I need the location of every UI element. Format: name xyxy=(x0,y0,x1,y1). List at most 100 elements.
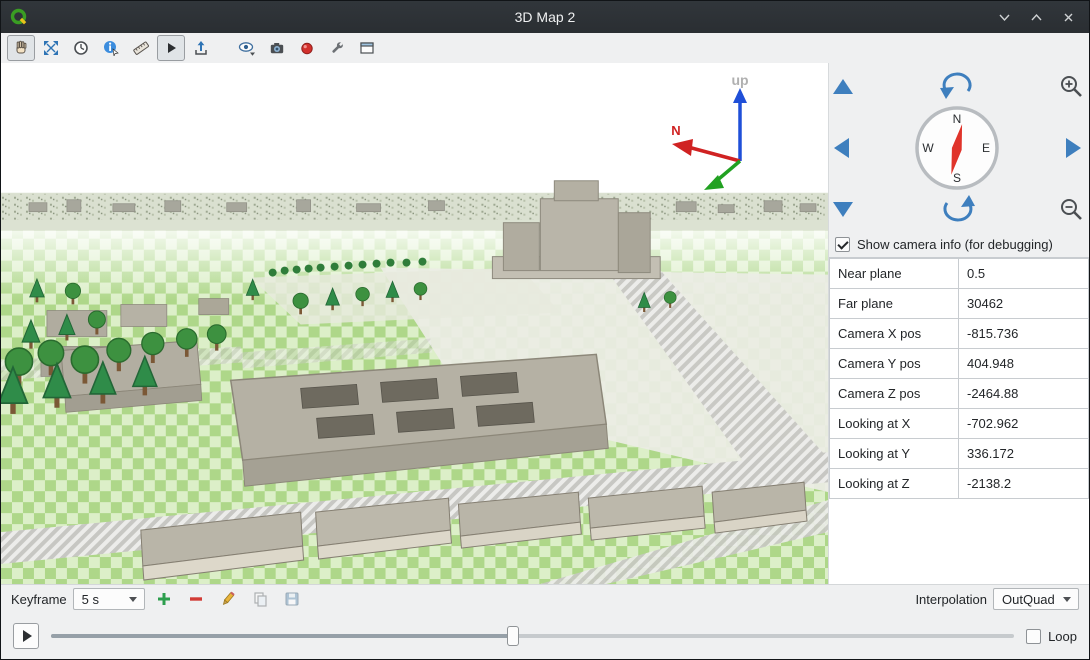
interpolation-select-value: OutQuad xyxy=(1002,592,1055,607)
table-row: Looking at Z -2138.2 xyxy=(830,469,1089,499)
export-animation-button[interactable] xyxy=(279,587,305,611)
effects-tool[interactable] xyxy=(293,35,321,61)
keyframe-select-value: 5 s xyxy=(82,592,99,607)
row-label: Near plane xyxy=(830,259,959,289)
3d-navigation-widget: N E S W xyxy=(829,63,1089,231)
keyframe-label: Keyframe xyxy=(11,592,67,607)
remove-keyframe-button[interactable] xyxy=(183,587,209,611)
compass-s-label: S xyxy=(953,171,961,185)
play-animation-button[interactable] xyxy=(13,623,39,649)
measure-tool[interactable] xyxy=(127,35,155,61)
animation-playback-bar: Loop xyxy=(1,613,1089,659)
table-row: Far plane 30462 xyxy=(830,289,1089,319)
red-minus-icon xyxy=(188,591,204,607)
table-row: Camera Z pos -2464.88 xyxy=(830,379,1089,409)
maximize-button[interactable] xyxy=(1029,10,1043,24)
row-value: -2464.88 xyxy=(959,379,1089,409)
timeline-slider[interactable] xyxy=(51,625,1014,647)
play-icon xyxy=(23,630,32,642)
table-row: Near plane 0.5 xyxy=(830,259,1089,289)
camera-icon xyxy=(269,40,285,56)
export-scene-tool[interactable] xyxy=(187,35,215,61)
row-value: -702.962 xyxy=(959,409,1089,439)
camera-info-table-container: Near plane 0.5 Far plane 30462 Camera X … xyxy=(829,257,1089,584)
eye-icon xyxy=(238,40,256,56)
edit-keyframe-button[interactable] xyxy=(215,587,241,611)
hand-icon xyxy=(13,40,29,56)
keyframe-select[interactable]: 5 s xyxy=(73,588,145,610)
zoom-full-icon xyxy=(43,40,59,56)
3d-toolbar xyxy=(1,33,1089,63)
save-icon xyxy=(284,591,300,607)
nav-rotate-up-button[interactable] xyxy=(940,74,970,99)
3d-map-window: 3D Map 2 xyxy=(0,0,1090,660)
red-sphere-icon xyxy=(299,40,315,56)
axis-gizmo: up N xyxy=(660,71,770,196)
row-label: Looking at Z xyxy=(830,469,959,499)
row-value: 404.948 xyxy=(959,349,1089,379)
nav-tilt-up-button[interactable] xyxy=(833,79,853,94)
compass-e-label: E xyxy=(982,141,990,155)
nav-compass[interactable]: N E S W xyxy=(917,108,997,188)
green-plus-icon xyxy=(156,591,172,607)
loop-checkbox[interactable] xyxy=(1026,629,1041,644)
nav-move-right-button[interactable] xyxy=(1066,138,1081,158)
identify-tool[interactable] xyxy=(97,35,125,61)
compass-n-label: N xyxy=(953,112,962,126)
row-label: Looking at X xyxy=(830,409,959,439)
view-themes-tool[interactable] xyxy=(233,35,261,61)
close-button[interactable] xyxy=(1061,10,1075,24)
titlebar[interactable]: 3D Map 2 xyxy=(1,1,1089,33)
duplicate-keyframe-button[interactable] xyxy=(247,587,273,611)
ruler-icon xyxy=(133,40,149,56)
camera-control-tool[interactable] xyxy=(7,35,35,61)
animations-tool[interactable] xyxy=(157,35,185,61)
clock-icon xyxy=(73,40,89,56)
table-row: Looking at X -702.962 xyxy=(830,409,1089,439)
export-arrow-icon xyxy=(193,40,209,56)
interpolation-select[interactable]: OutQuad xyxy=(993,588,1079,610)
compass-w-label: W xyxy=(922,141,934,155)
row-label: Camera X pos xyxy=(830,319,959,349)
qgis-logo-icon xyxy=(10,8,28,26)
copy-icon xyxy=(252,591,268,607)
nav-zoom-in-button[interactable] xyxy=(1062,77,1081,96)
chevron-down-icon xyxy=(1063,597,1071,602)
nav-move-left-button[interactable] xyxy=(834,138,849,158)
minimize-button[interactable] xyxy=(997,10,1011,24)
loop-label: Loop xyxy=(1048,629,1077,644)
3d-viewport[interactable]: up N xyxy=(1,63,828,584)
panel-icon xyxy=(359,40,375,56)
timeline-slider-handle[interactable] xyxy=(507,626,519,646)
play-icon xyxy=(163,40,179,56)
show-camera-info-checkbox[interactable] xyxy=(835,237,850,252)
add-keyframe-button[interactable] xyxy=(151,587,177,611)
dock-tool[interactable] xyxy=(353,35,381,61)
configure-tool[interactable] xyxy=(323,35,351,61)
identify-icon xyxy=(103,40,119,56)
navigation-clock-tool[interactable] xyxy=(67,35,95,61)
nav-tilt-down-button[interactable] xyxy=(833,202,853,217)
nav-rotate-down-button[interactable] xyxy=(945,195,975,220)
table-row: Looking at Y 336.172 xyxy=(830,439,1089,469)
wrench-icon xyxy=(329,40,345,56)
camera-side-panel: N E S W Show camera info (for debugging) xyxy=(828,63,1089,584)
timeline-slider-fill xyxy=(51,634,513,638)
row-value: -2138.2 xyxy=(959,469,1089,499)
nav-zoom-out-button[interactable] xyxy=(1062,200,1081,219)
axis-up-label: up xyxy=(731,72,748,88)
row-value: 0.5 xyxy=(959,259,1089,289)
window-title: 3D Map 2 xyxy=(1,9,1089,25)
row-value: -815.736 xyxy=(959,319,1089,349)
row-label: Far plane xyxy=(830,289,959,319)
row-label: Camera Y pos xyxy=(830,349,959,379)
zoom-full-tool[interactable] xyxy=(37,35,65,61)
chevron-down-icon xyxy=(129,597,137,602)
row-label: Looking at Y xyxy=(830,439,959,469)
row-label: Camera Z pos xyxy=(830,379,959,409)
camera-tool[interactable] xyxy=(263,35,291,61)
show-camera-info-label: Show camera info (for debugging) xyxy=(857,237,1053,252)
animation-keyframe-bar: Keyframe 5 s xyxy=(1,584,1089,613)
table-row: Camera Y pos 404.948 xyxy=(830,349,1089,379)
row-value: 30462 xyxy=(959,289,1089,319)
